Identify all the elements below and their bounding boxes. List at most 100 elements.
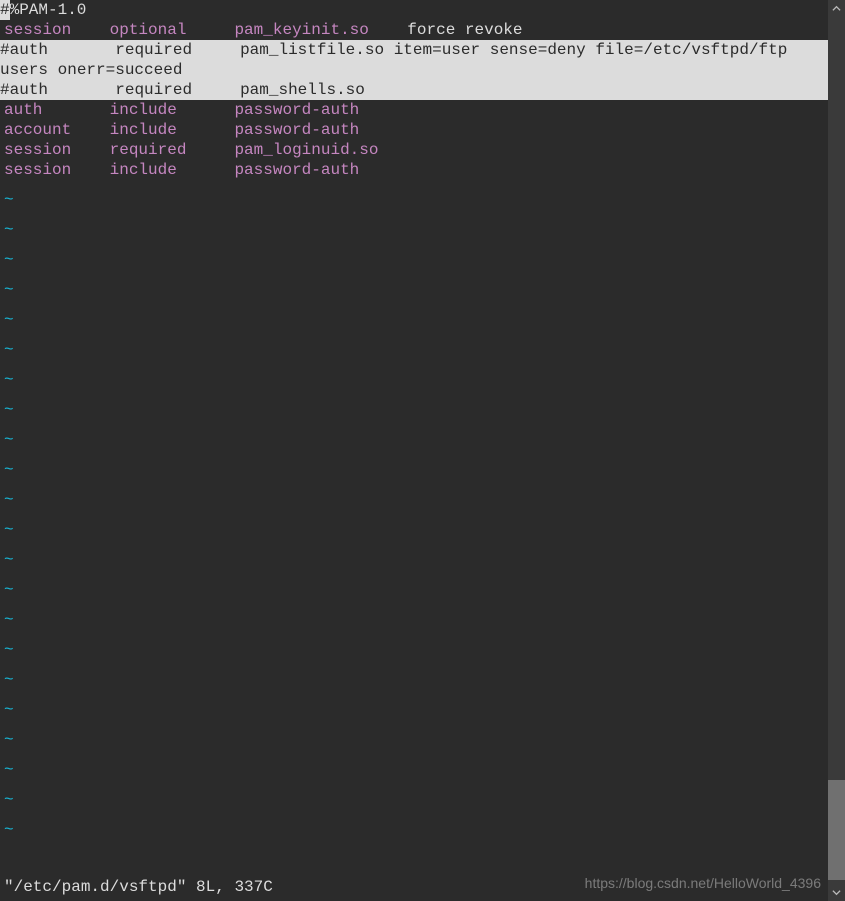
tilde-glyph: ~	[4, 731, 14, 749]
code-token: users onerr=succeed	[0, 61, 182, 79]
code-token: password-auth	[234, 161, 359, 179]
code-token: password-auth	[234, 101, 359, 119]
code-token	[192, 81, 240, 99]
empty-line-tilde: ~	[0, 520, 828, 540]
code-token	[71, 161, 109, 179]
code-line: #auth required pam_listfile.so item=user…	[0, 40, 828, 60]
code-token: include	[110, 161, 177, 179]
empty-line-tilde: ~	[0, 340, 828, 360]
scroll-up-button[interactable]	[828, 0, 845, 17]
code-token: #	[0, 81, 10, 99]
code-line: session optional pam_keyinit.so force re…	[0, 20, 828, 40]
empty-line-tilde: ~	[0, 730, 828, 750]
empty-line-tilde: ~	[0, 190, 828, 210]
vim-editor-viewport[interactable]: #%PAM-1.0session optional pam_keyinit.so…	[0, 0, 828, 901]
code-token: pam_keyinit.so	[234, 21, 368, 39]
code-token	[71, 121, 109, 139]
tilde-glyph: ~	[4, 611, 14, 629]
tilde-glyph: ~	[4, 371, 14, 389]
scrollbar-thumb[interactable]	[828, 780, 845, 880]
code-token: pam_listfile.so	[240, 41, 384, 59]
code-token: item=user sense=deny file=/etc/vsftpd/ft…	[384, 41, 787, 59]
tilde-glyph: ~	[4, 191, 14, 209]
code-line: #auth required pam_shells.so	[0, 80, 828, 100]
tilde-glyph: ~	[4, 221, 14, 239]
tilde-glyph: ~	[4, 461, 14, 479]
code-line: auth include password-auth	[0, 100, 828, 120]
code-token: required	[115, 41, 192, 59]
tilde-glyph: ~	[4, 671, 14, 689]
cursor: #	[0, 0, 10, 20]
tilde-glyph: ~	[4, 791, 14, 809]
tilde-glyph: ~	[4, 491, 14, 509]
visual-selection: #auth required pam_listfile.so item=user…	[0, 40, 828, 60]
code-token: account	[4, 121, 71, 139]
empty-line-tilde: ~	[0, 280, 828, 300]
empty-line-tilde: ~	[0, 430, 828, 450]
empty-line-tilde: ~	[0, 250, 828, 270]
code-token: session	[4, 141, 71, 159]
code-token: pam_shells.so	[240, 81, 365, 99]
code-token	[48, 81, 115, 99]
code-token: optional	[110, 21, 187, 39]
code-token: #	[0, 41, 10, 59]
code-token	[71, 21, 109, 39]
chevron-up-icon	[832, 4, 841, 13]
code-token: auth	[10, 41, 48, 59]
empty-line-tilde: ~	[0, 460, 828, 480]
tilde-glyph: ~	[4, 521, 14, 539]
tilde-glyph: ~	[4, 761, 14, 779]
tilde-glyph: ~	[4, 431, 14, 449]
code-token: auth	[4, 101, 42, 119]
code-token	[48, 41, 115, 59]
code-line: session required pam_loginuid.so	[0, 140, 828, 160]
tilde-glyph: ~	[4, 821, 14, 839]
visual-selection: #auth required pam_shells.so	[0, 80, 828, 100]
code-token: password-auth	[234, 121, 359, 139]
tilde-glyph: ~	[4, 281, 14, 299]
code-token	[42, 101, 109, 119]
code-token	[177, 161, 235, 179]
vim-status-line: "/etc/pam.d/vsftpd" 8L, 337C	[0, 877, 828, 897]
code-token: session	[4, 21, 71, 39]
empty-line-tilde: ~	[0, 310, 828, 330]
code-token	[186, 21, 234, 39]
code-token: required	[115, 81, 192, 99]
code-token: %PAM-1.0	[10, 1, 87, 19]
empty-line-tilde: ~	[0, 580, 828, 600]
empty-line-tilde: ~	[0, 400, 828, 420]
tilde-glyph: ~	[4, 581, 14, 599]
empty-line-tilde: ~	[0, 220, 828, 240]
chevron-down-icon	[832, 888, 841, 897]
code-line: session include password-auth	[0, 160, 828, 180]
code-token: required	[110, 141, 187, 159]
empty-line-tilde: ~	[0, 490, 828, 510]
code-line: users onerr=succeed	[0, 60, 828, 80]
code-token	[186, 141, 234, 159]
code-token	[177, 121, 235, 139]
scroll-down-button[interactable]	[828, 884, 845, 901]
scrollbar-track[interactable]	[828, 0, 845, 901]
code-token: auth	[10, 81, 48, 99]
code-token: include	[110, 101, 177, 119]
empty-line-tilde: ~	[0, 610, 828, 630]
empty-line-tilde: ~	[0, 760, 828, 780]
empty-line-tilde: ~	[0, 370, 828, 390]
tilde-glyph: ~	[4, 551, 14, 569]
tilde-glyph: ~	[4, 641, 14, 659]
tilde-glyph: ~	[4, 311, 14, 329]
visual-selection: users onerr=succeed	[0, 60, 828, 80]
tilde-glyph: ~	[4, 701, 14, 719]
code-token: include	[110, 121, 177, 139]
code-token	[71, 141, 109, 159]
empty-line-tilde: ~	[0, 790, 828, 810]
empty-line-tilde: ~	[0, 670, 828, 690]
empty-line-tilde: ~	[0, 550, 828, 570]
empty-line-tilde: ~	[0, 820, 828, 840]
code-token: pam_loginuid.so	[234, 141, 378, 159]
tilde-glyph: ~	[4, 251, 14, 269]
empty-line-tilde: ~	[0, 700, 828, 720]
code-token: session	[4, 161, 71, 179]
tilde-glyph: ~	[4, 401, 14, 419]
empty-line-tilde: ~	[0, 640, 828, 660]
